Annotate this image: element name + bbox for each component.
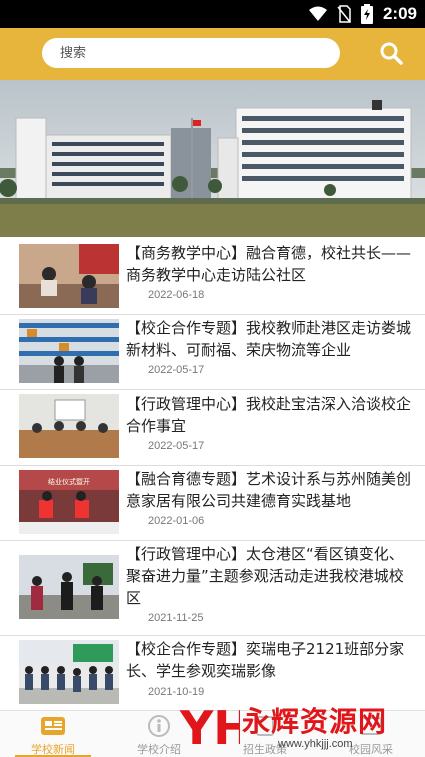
wifi-icon	[308, 6, 327, 21]
list-item[interactable]: 结业仪式暨开 【融合育德专题】艺术设计系与苏州随美创意家居有限公司共建德育实践基…	[0, 466, 425, 541]
status-time: 2:09	[382, 4, 417, 23]
news-thumbnail	[19, 555, 119, 619]
list-item[interactable]: 【行政管理中心】太仓港区“看区镇变化、聚奋进力量”主题参观活动走进我校港城校区 …	[0, 541, 425, 636]
news-date: 2022-05-17	[148, 364, 205, 376]
no-sim-icon	[337, 5, 351, 23]
news-thumbnail	[19, 394, 119, 458]
search-button[interactable]	[377, 38, 405, 68]
info-icon	[148, 715, 170, 737]
news-title: 【校企合作专题】我校教师赴港区走访娄城新材料、可耐福、荣庆物流等企业	[126, 319, 412, 359]
news-title: 【校企合作专题】奕瑞电子2121班部分家长、学生参观奕瑞影像	[126, 640, 405, 680]
search-box[interactable]	[42, 38, 340, 68]
top-bar	[0, 28, 425, 80]
news-title: 【商务教学中心】融合育德，校社共长——商务教学中心走访陆公社区	[126, 244, 412, 284]
svg-text:YH: YH	[179, 701, 240, 754]
search-input[interactable]	[42, 38, 340, 68]
watermark: YH 永辉资源网 www.yhkjjj.com	[178, 698, 418, 756]
news-date: 2022-05-17	[148, 440, 205, 452]
news-title: 【行政管理中心】太仓港区“看区镇变化、聚奋进力量”主题参观活动走进我校港城校区	[126, 545, 404, 607]
news-icon	[41, 717, 65, 735]
battery-icon	[360, 4, 373, 24]
news-date: 2021-11-25	[148, 612, 204, 624]
list-item[interactable]: 【商务教学中心】融合育德，校社共长——商务教学中心走访陆公社区 2022-06-…	[0, 238, 425, 315]
news-thumbnail	[19, 319, 119, 383]
news-thumbnail: 结业仪式暨开	[19, 470, 119, 534]
news-date: 2021-10-19	[148, 686, 205, 698]
thumbnail-caption: 结业仪式暨开	[48, 477, 90, 486]
list-item[interactable]: 【行政管理中心】我校赴宝洁深入洽谈校企合作事宜 2022-05-17	[0, 390, 425, 466]
news-thumbnail	[19, 640, 119, 704]
news-date: 2022-06-18	[148, 289, 205, 301]
news-list: 【商务教学中心】融合育德，校社共长——商务教学中心走访陆公社区 2022-06-…	[0, 238, 425, 712]
news-date: 2022-01-06	[148, 515, 205, 527]
tab-school-news[interactable]: 学校新闻	[0, 711, 106, 757]
status-bar: 2:09	[0, 0, 425, 28]
news-thumbnail	[19, 244, 119, 308]
watermark-text: 永辉资源网	[242, 705, 388, 738]
watermark-logo-icon: YH	[179, 701, 240, 754]
campus-banner-image[interactable]	[0, 80, 425, 237]
watermark-url: www.yhkjjj.com	[278, 738, 353, 750]
search-icon	[380, 42, 403, 65]
news-title: 【融合育德专题】艺术设计系与苏州随美创意家居有限公司共建德育实践基地	[126, 470, 412, 510]
list-item[interactable]: 【校企合作专题】我校教师赴港区走访娄城新材料、可耐福、荣庆物流等企业 2022-…	[0, 315, 425, 390]
news-title: 【行政管理中心】我校赴宝洁深入洽谈校企合作事宜	[126, 395, 412, 435]
